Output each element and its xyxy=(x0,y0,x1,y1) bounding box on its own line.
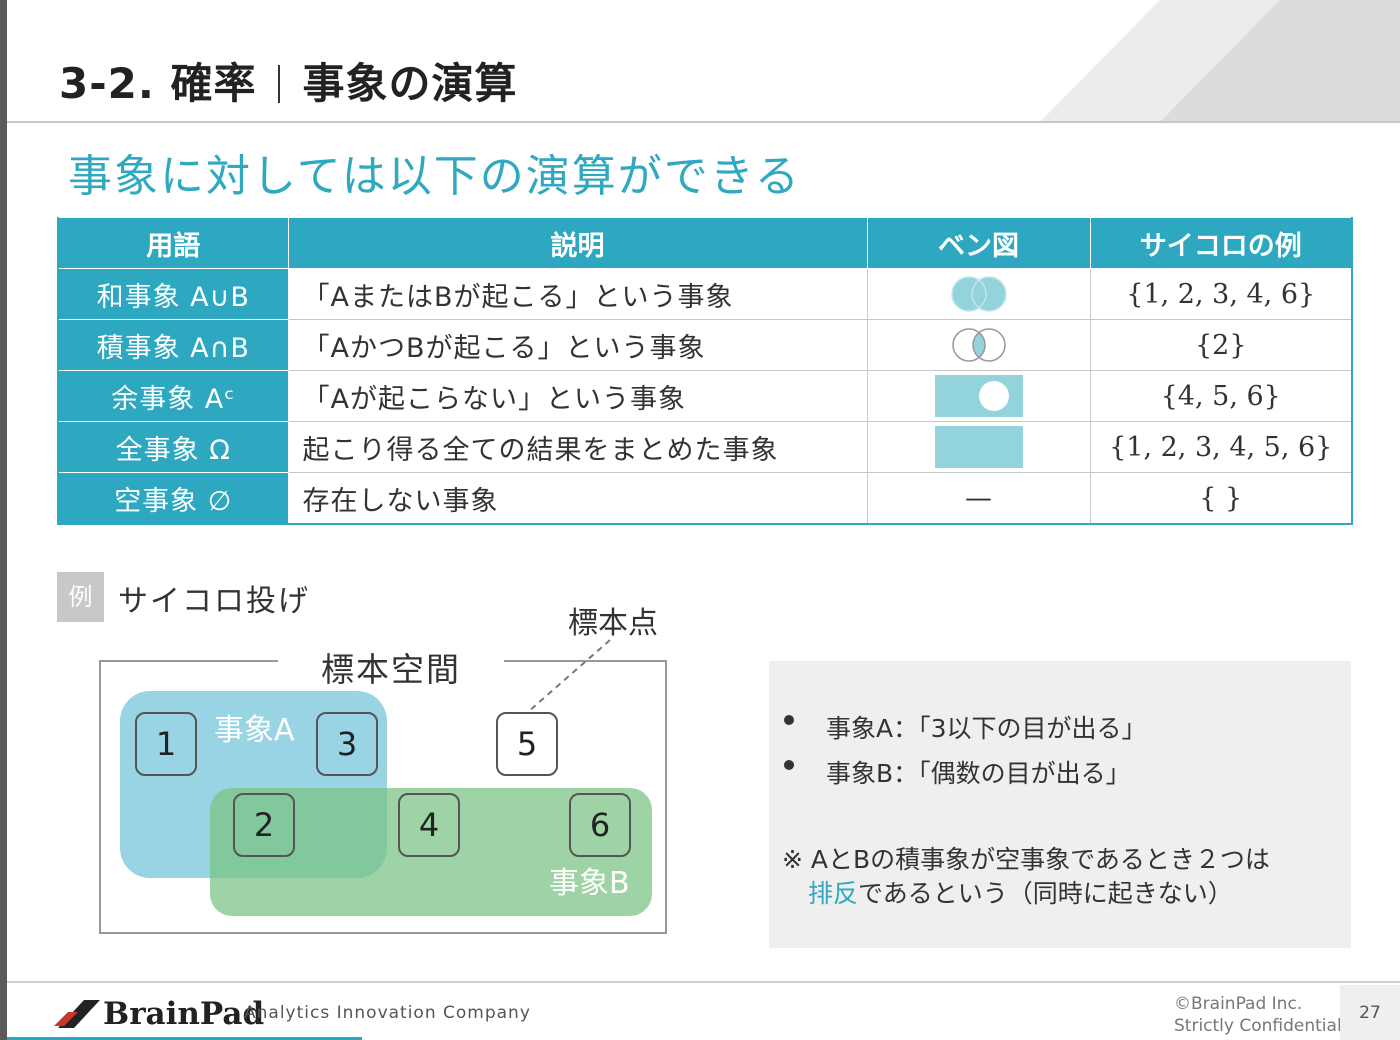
description-cell: 起こり得る全ての結果をまとめた事象 xyxy=(287,421,868,473)
venn-cell: — xyxy=(866,472,1091,525)
window-edge xyxy=(0,0,7,1040)
confidential-text: Strictly Confidential xyxy=(1174,1016,1342,1036)
brainpad-logo-mark-icon xyxy=(54,1000,100,1028)
table-row: 余事象 Aᶜ 「Aが起こらない」という事象 {4, 5, 6} xyxy=(57,370,1353,422)
example-cell: {2} xyxy=(1089,319,1353,371)
slide-header: 3-2. 確率 事象の演算 xyxy=(7,0,1400,122)
venn-whole-icon xyxy=(934,426,1023,468)
die-face-1: 1 xyxy=(135,712,197,776)
table-row: 全事象 Ω 起こり得る全ての結果をまとめた事象 {1, 2, 3, 4, 5, … xyxy=(57,421,1353,473)
copyright-text: ©BrainPad Inc. xyxy=(1174,994,1303,1014)
exclusive-note: ※ AとBの積事象が空事象であるとき２つは 排反であるという（同時に起きない） xyxy=(782,843,1270,911)
term-cell: 積事象 A∩B xyxy=(57,319,289,371)
description-cell: 「AかつBが起こる」という事象 xyxy=(287,319,868,371)
slide-subtitle: 事象に対しては以下の演算ができる xyxy=(68,151,801,202)
die-face-4: 4 xyxy=(398,793,460,857)
venn-cell xyxy=(866,319,1091,371)
sample-space-title: 標本空間 xyxy=(321,650,461,689)
slide-title: 3-2. 確率 事象の演算 xyxy=(59,50,517,111)
company-tagline: Analytics Innovation Company xyxy=(244,1003,531,1023)
example-label: サイコロ投げ xyxy=(118,584,310,619)
term-cell: 和事象 A∪B xyxy=(57,268,289,320)
example-cell: {4, 5, 6} xyxy=(1089,370,1353,422)
venn-complement-icon xyxy=(934,375,1023,417)
term-cell: 空事象 ∅ xyxy=(57,472,289,525)
title-separator xyxy=(278,65,281,103)
venn-cell xyxy=(866,421,1091,473)
note-line-1: ※ AとBの積事象が空事象であるとき２つは xyxy=(782,845,1270,874)
column-header: 用語 xyxy=(57,217,289,269)
table-row: 和事象 A∪B 「AまたはBが起こる」という事象 {1, 2, 3, 4, 6} xyxy=(57,268,1353,320)
column-header: 説明 xyxy=(287,217,868,269)
bullet-dot xyxy=(784,760,794,770)
sample-point-label: 標本点 xyxy=(568,606,658,641)
header-divider xyxy=(7,121,1400,123)
die-face-2: 2 xyxy=(233,793,295,857)
example-cell: {1, 2, 3, 4, 6} xyxy=(1089,268,1353,320)
table-header-row: 用語 説明 ベン図 サイコロの例 xyxy=(57,217,1353,269)
column-header: サイコロの例 xyxy=(1089,217,1353,269)
die-face-6: 6 xyxy=(569,793,631,857)
term-cell: 余事象 Aᶜ xyxy=(57,370,289,422)
note-line-2-text: であるという（同時に起きない） xyxy=(858,879,1233,908)
venn-intersection-icon xyxy=(951,328,1006,362)
venn-cell xyxy=(866,268,1091,320)
section-label: 3-2. 確率 xyxy=(59,59,257,108)
description-cell: 存在しない事象 xyxy=(287,472,868,525)
table-row: 空事象 ∅ 存在しない事象 — { } xyxy=(57,472,1353,525)
highlight-term: 排反 xyxy=(808,879,859,908)
bullet-dot xyxy=(784,715,794,725)
event-b-label: 事象B xyxy=(549,866,630,901)
note-line-2: 排反であるという（同時に起きない） xyxy=(782,877,1270,911)
term-cell: 全事象 Ω xyxy=(57,421,289,473)
description-cell: 「Aが起こらない」という事象 xyxy=(287,370,868,422)
die-face-3: 3 xyxy=(316,712,378,776)
title-text: 事象の演算 xyxy=(302,59,518,108)
event-a-label: 事象A xyxy=(214,713,295,748)
brainpad-logo: BrainPad xyxy=(103,996,265,1032)
example-badge: 例 xyxy=(57,572,104,622)
venn-union-icon xyxy=(950,276,1007,312)
copyright-block: ©BrainPad Inc. Strictly Confidential xyxy=(1174,993,1342,1037)
table-row: 積事象 A∩B 「AかつBが起こる」という事象 {2} xyxy=(57,319,1353,371)
event-operations-table: 用語 説明 ベン図 サイコロの例 和事象 A∪B 「AまたはBが起こる」という事… xyxy=(57,217,1353,525)
event-a-definition: 事象A：「3以下の目が出る」 xyxy=(826,714,1147,743)
description-cell: 「AまたはBが起こる」という事象 xyxy=(287,268,868,320)
die-face-5: 5 xyxy=(496,712,558,776)
event-b-definition: 事象B：「偶数の目が出る」 xyxy=(826,759,1131,788)
page-number: 27 xyxy=(1359,1003,1381,1023)
example-cell: {1, 2, 3, 4, 5, 6} xyxy=(1089,421,1353,473)
column-header: ベン図 xyxy=(866,217,1091,269)
example-cell: { } xyxy=(1089,472,1353,525)
venn-cell xyxy=(866,370,1091,422)
